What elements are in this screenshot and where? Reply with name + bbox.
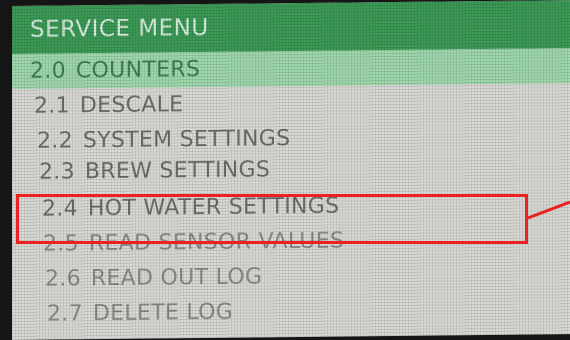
menu-item-read-out-log[interactable]: 2.6 READ OUT LOG bbox=[12, 256, 570, 297]
photo-frame: SERVICE MENU 2.0 COUNTERS 2.1 DESCALE 2.2 S… bbox=[0, 0, 570, 340]
menu-item-label: DELETE LOG bbox=[92, 299, 234, 327]
menu-item-number: 2.7 bbox=[47, 301, 83, 327]
menu-item-number: 2.0 bbox=[30, 58, 66, 84]
menu-item-counters[interactable]: 2.0 COUNTERS bbox=[12, 48, 570, 89]
menu-item-label: DESCALE bbox=[79, 92, 184, 119]
menu-item-label: SYSTEM SETTINGS bbox=[82, 126, 291, 154]
menu-item-label: READ OUT LOG bbox=[90, 264, 263, 292]
annotation-highlight-box bbox=[16, 194, 528, 244]
menu-item-label: COUNTERS bbox=[75, 57, 201, 84]
menu-item-descale[interactable]: 2.1 DESCALE bbox=[12, 83, 570, 124]
menu-item-system-settings[interactable]: 2.2 SYSTEM SETTINGS bbox=[12, 118, 570, 159]
menu-list: 2.0 COUNTERS 2.1 DESCALE 2.2 SYSTEM SETTING… bbox=[12, 48, 570, 332]
menu-item-delete-log[interactable]: 2.7 DELETE LOG bbox=[12, 291, 570, 332]
menu-item-number: 2.1 bbox=[34, 93, 70, 119]
menu-item-number: 2.6 bbox=[45, 266, 81, 292]
menu-item-number: 2.3 bbox=[39, 159, 75, 185]
menu-title: SERVICE MENU bbox=[12, 0, 570, 54]
menu-item-label: BREW SETTINGS bbox=[84, 157, 271, 185]
lcd-screen: SERVICE MENU 2.0 COUNTERS 2.1 DESCALE 2.2 S… bbox=[12, 0, 570, 340]
annotation-arrow-icon bbox=[528, 200, 570, 220]
menu-item-number: 2.2 bbox=[37, 128, 73, 154]
